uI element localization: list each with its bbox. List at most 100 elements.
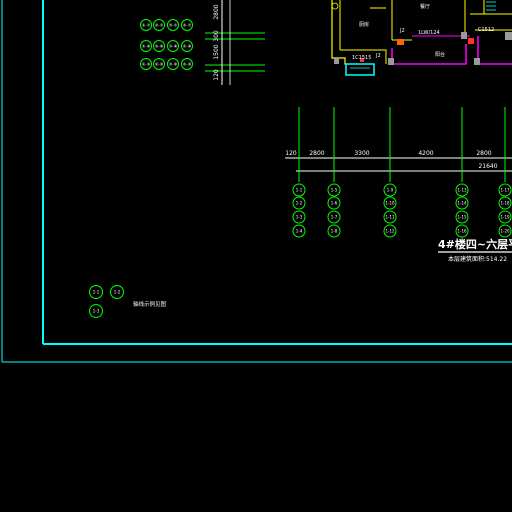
vertical-dim-1: 300 [213,30,220,42]
axis-bubble: 1-19 [498,210,512,224]
plan-bubble [331,2,339,10]
axis-bubble: 1-15 [455,210,469,224]
axis-bubble: ③-⑦ [167,19,179,31]
dim-text-3300: 3300 [354,150,369,157]
vertical-dim-0: 2800 [213,4,220,19]
axis-bubble-label: 1-5 [331,187,338,192]
window-label-c1512: C1512 [478,27,494,33]
axis-legend: 1-1 1-2 1-3 轴线示例见图 [89,285,167,318]
dim-text-4200: 4200 [418,150,433,157]
axis-bubble-label: 1-11 [385,214,395,219]
room-label-kitchen: 厨房 [359,21,369,28]
axis-bubble-group: ①-⑦ ②-⑦ ③-⑦ ④-⑦ ①-⑧ ②-⑧ ③-⑧ ④-⑧ ①-⑨ ②-⑨ ③-⑨ ④-⑨ [140,19,193,70]
wall-magenta [477,36,512,65]
axis-bubble-label: ④-⑨ [183,61,192,66]
axis-bubble-label: 1-13 [457,187,467,192]
drawing-subtitle: 本层建筑面积:514.22 [448,255,507,263]
axis-bubble-label: ②-⑧ [155,43,164,48]
axis-bubble: 1-7 [327,210,341,224]
axis-bubble-label: 1-4 [296,228,303,233]
axis-bubble: 1-18 [498,196,512,210]
axis-bubble: ②-⑦ [153,19,165,31]
axis-bubble: 1-17 [498,183,512,197]
axis-bubble: 1-10 [383,196,397,210]
axis-dimension-chain: 120 2800 3300 4200 2800 21640 1-11-21-31… [285,107,512,238]
axis-bubble: 1-9 [383,183,397,197]
floor-plan-fragment: 厨房 餐厅 阳台 J2 1LW/124 C1512 1C1515 J2 [331,0,512,76]
axis-bubble-label: ①-⑨ [142,61,151,66]
legend-bubble-group: 1-1 1-2 1-3 [89,285,124,318]
legend-bubble: 1-2 [110,285,124,299]
axis-bubble: 1-3 [292,210,306,224]
vertical-dim-2: 1500 [213,44,220,59]
axis-bubble-label: 1-10 [385,200,395,205]
dim-text-2800: 2800 [309,150,324,157]
axis-bubble: ①-⑦ [140,19,152,31]
axis-bubble: ②-⑨ [153,58,165,70]
axis-bubble-label: ①-⑧ [142,43,151,48]
axis-bubble-label: ①-⑦ [142,22,151,27]
wall-magenta [391,44,467,65]
drawing-title-block: 4#楼四~六层平 本层建筑面积:514.22 [438,237,512,263]
axis-bubble-label: 1-18 [500,200,510,205]
axis-bubble: ①-⑨ [140,58,152,70]
axis-bubble-label: 1-3 [296,214,303,219]
axis-bubble-label: 1-8 [331,228,338,233]
axis-bubble-label: ②-⑦ [155,22,164,27]
axis-bubble-label: ④-⑧ [183,43,192,48]
axis-bubble: ④-⑦ [181,19,193,31]
axis-bubble: 1-5 [327,183,341,197]
axis-bubble: ④-⑨ [181,58,193,70]
axis-bubble-label: 1-16 [457,228,467,233]
dim-total: 21640 [478,163,497,170]
axis-bubble: 1-11 [383,210,397,224]
axis-bubble: 1-8 [327,224,341,238]
axis-bubble-label: 1-19 [500,214,510,219]
red-marker [397,39,404,45]
top-left-axis-grid: ①-⑦ ②-⑦ ③-⑦ ④-⑦ ①-⑧ ②-⑧ ③-⑧ ④-⑧ ①-⑨ ②-⑨ ③-⑨ ④-⑨ 280… [140,0,265,85]
window-label-j2: J2 [399,28,405,34]
axis-bubble-label: ④-⑦ [183,22,192,27]
vertical-dim-3: 120 [213,69,220,81]
dim-text-120: 120 [285,150,297,157]
cad-drawing-canvas: ①-⑦ ②-⑦ ③-⑦ ④-⑦ ①-⑧ ②-⑧ ③-⑧ ④-⑧ ①-⑨ ②-⑨ ③-⑨ ④-⑨ 280… [1,0,512,363]
axis-bubble: 1-20 [498,224,512,238]
drawing-title: 4#楼四~六层平 [438,237,512,251]
axis-bubble-label: 1-3 [93,308,100,313]
axis-bubble-label: ③-⑧ [169,43,178,48]
structural-column [505,32,512,40]
axis-bubble: 1-13 [455,183,469,197]
axis-bubble-label: ②-⑨ [155,61,164,66]
axis-bubble-label: 1-15 [457,214,467,219]
dim-text-2800b: 2800 [476,150,491,157]
room-label-dining: 餐厅 [420,3,430,10]
axis-bubble-label: ③-⑦ [169,22,178,27]
axis-bubble: ②-⑧ [153,40,165,52]
axis-bubble-label: 1-14 [457,200,467,205]
structural-column [474,58,480,65]
axis-bubble-label: 1-12 [385,228,395,233]
axis-bubble-columns: 1-1 1-2 1-3 1-4 1-5 1-6 1-7 1-8 1-9 1-10 1-11 1-12 1… [292,183,512,238]
axis-bubble: 1-4 [292,224,306,238]
axis-bubble: 1-6 [327,196,341,210]
axis-bubble: ③-⑧ [167,40,179,52]
window-label-j2-b: J2 [375,53,381,59]
axis-bubble-label: 1-17 [500,187,510,192]
axis-bubble: 1-12 [383,224,397,238]
axis-bubble-label: 1-2 [114,289,121,294]
structural-column [461,32,467,39]
axis-bubble-label: 1-2 [296,200,303,205]
legend-bubble: 1-3 [89,304,103,318]
axis-bubble: 1-16 [455,224,469,238]
axis-bubble: ④-⑧ [181,40,193,52]
axis-bubble: 1-1 [292,183,306,197]
axis-bubble: 1-14 [455,196,469,210]
window-label-1c1515: 1C1515 [352,55,371,61]
axis-bubble: ①-⑧ [140,40,152,52]
axis-bubble-label: 1-6 [331,200,338,205]
structural-column [388,58,394,65]
axis-bubble: ③-⑨ [167,58,179,70]
axis-bubble-label: 1-1 [93,289,100,294]
red-marker [468,38,474,44]
axis-bubble-label: 1-9 [387,187,394,192]
